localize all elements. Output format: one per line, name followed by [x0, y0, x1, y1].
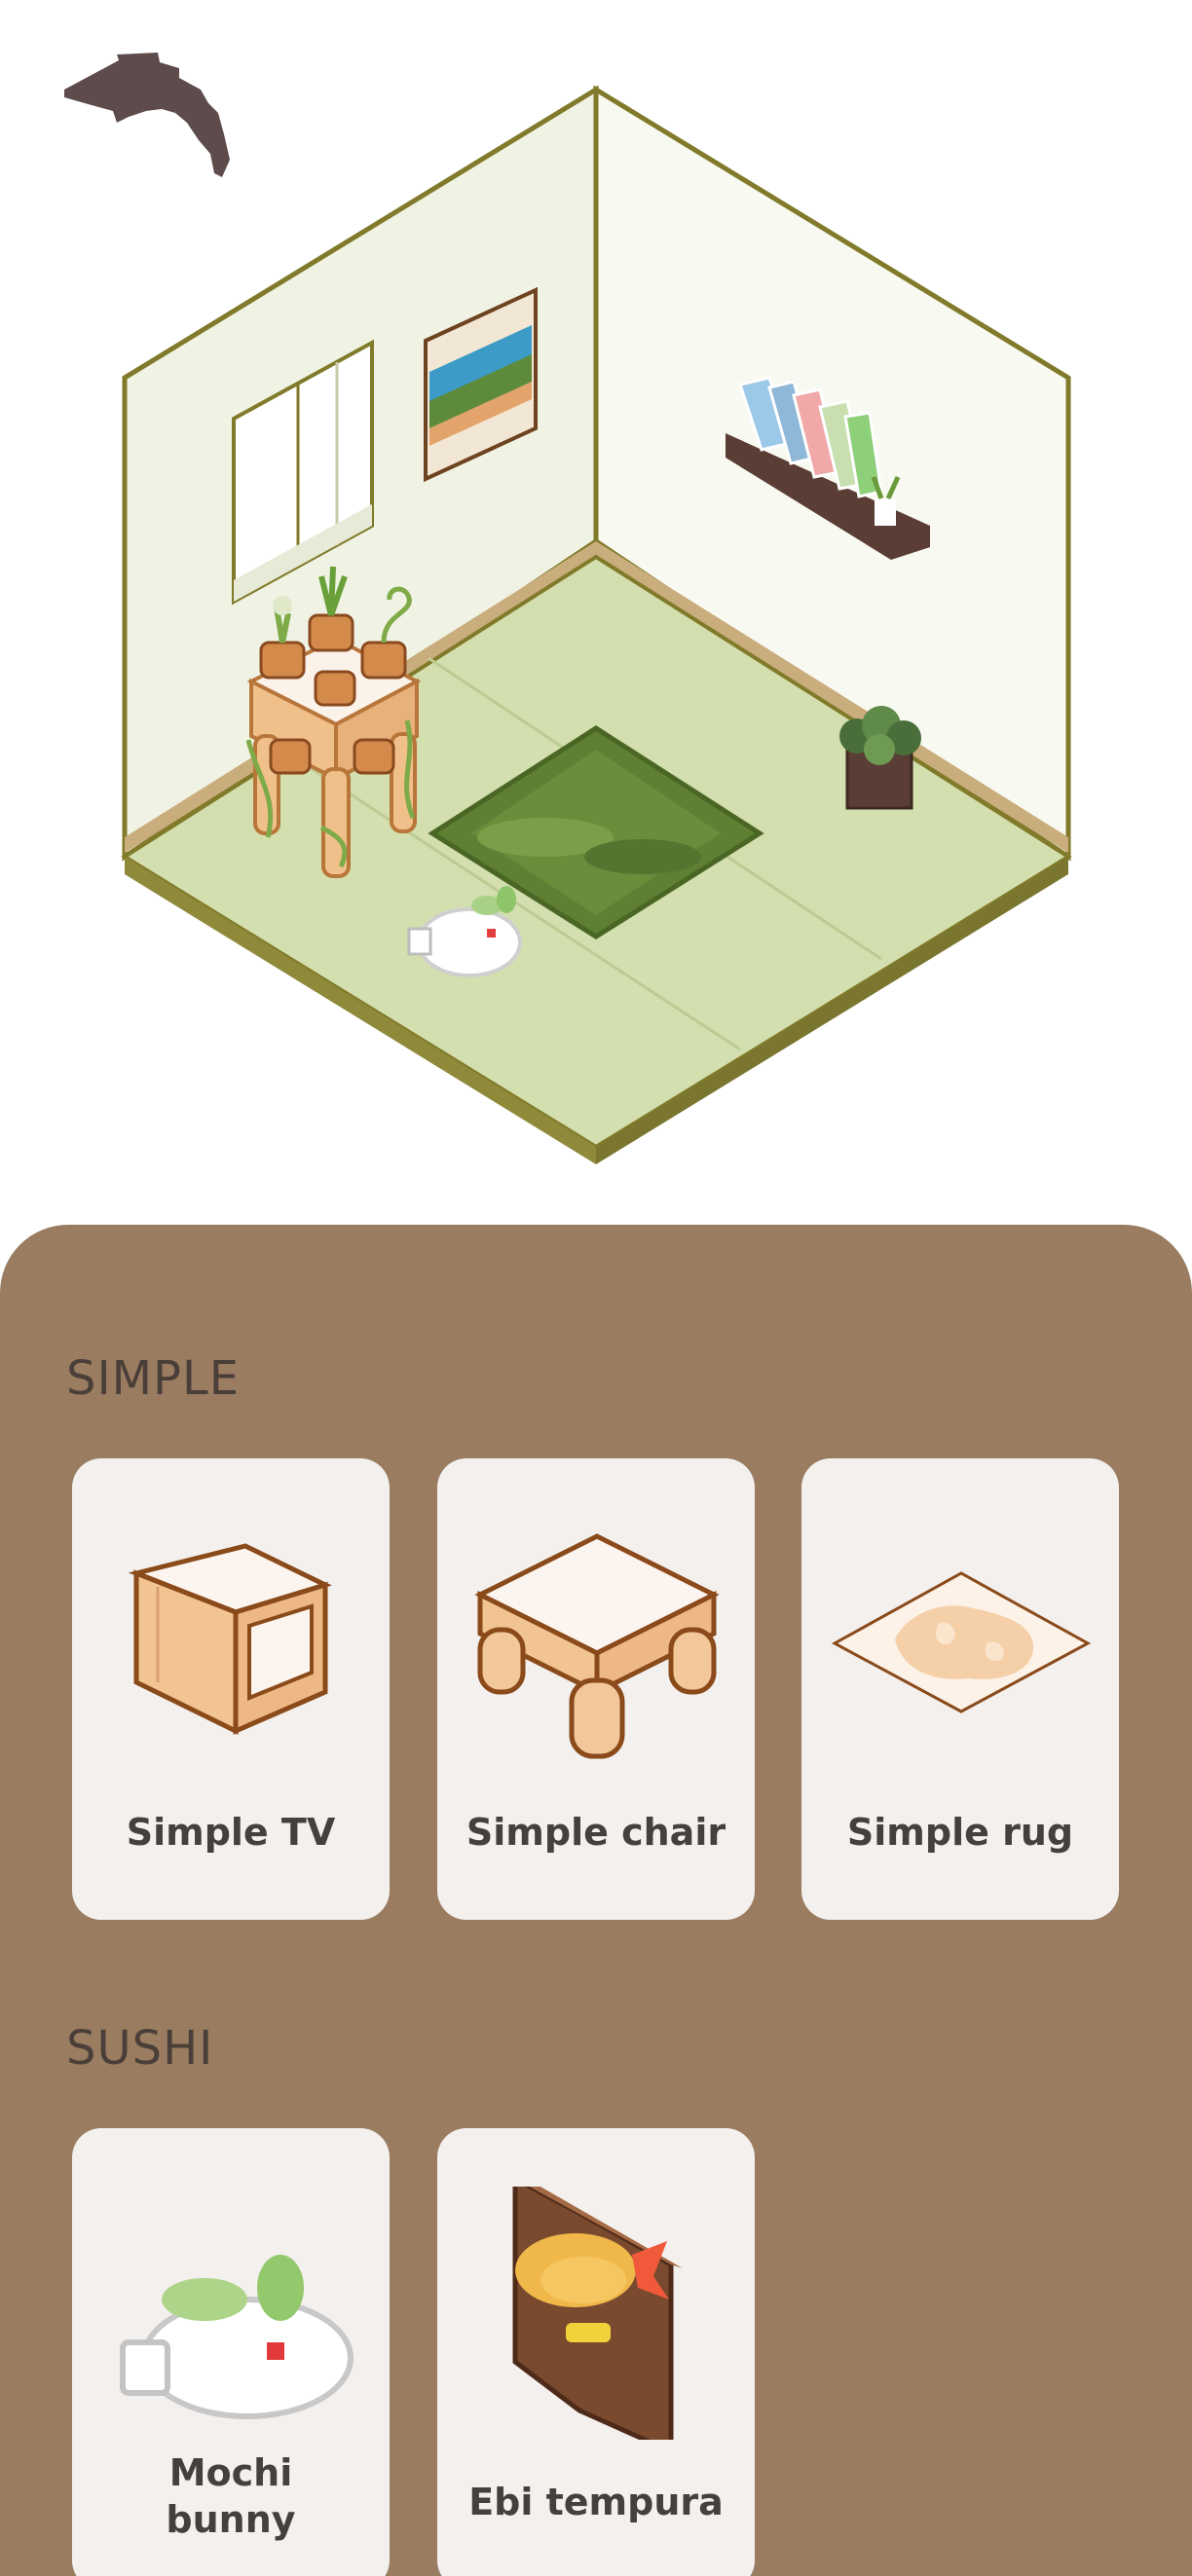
catalog-item-simple-tv[interactable]: Simple TV — [72, 1458, 390, 1920]
mochi-bunny-icon — [120, 2255, 354, 2419]
simple-tv-icon — [128, 1543, 332, 1736]
ebi-tempura-icon — [512, 2187, 683, 2440]
simple-chair-icon — [474, 1533, 720, 1759]
catalog-item-simple-rug[interactable]: Simple rug — [801, 1458, 1119, 1920]
simple-rug-icon — [831, 1571, 1092, 1713]
catalog-item-label: Simple rug — [846, 1811, 1074, 1854]
catalog-item-label: Simple chair — [466, 1811, 726, 1854]
room-editor-screen: SIMPLE Simple TV Simple chair Simple rug… — [0, 0, 1192, 2576]
catalog-item-ebi-tempura[interactable]: Ebi tempura — [437, 2128, 755, 2576]
section-title-simple: SIMPLE — [66, 1351, 241, 1406]
section-title-sushi: SUSHI — [66, 2021, 214, 2076]
catalog-item-mochi-bunny[interactable]: Mochi bunny — [72, 2128, 390, 2576]
back-button[interactable] — [58, 51, 243, 197]
catalog-item-simple-chair[interactable]: Simple chair — [437, 1458, 755, 1920]
back-arrow-icon — [64, 53, 230, 177]
furniture-catalog-panel: SIMPLE Simple TV Simple chair Simple rug… — [0, 1225, 1192, 2576]
catalog-item-label: Mochi bunny — [166, 2451, 296, 2541]
catalog-item-label: Ebi tempura — [468, 2481, 724, 2523]
catalog-item-label: Simple TV — [126, 1811, 336, 1854]
